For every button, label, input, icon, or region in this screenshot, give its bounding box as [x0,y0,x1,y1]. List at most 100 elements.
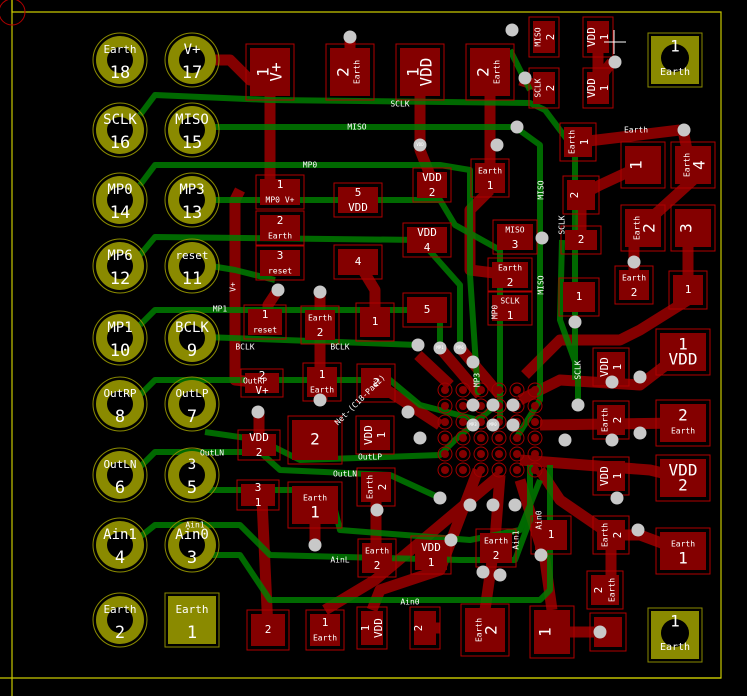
pad-label: MISO [505,226,524,235]
pad-label: 2 [578,233,585,246]
pad-label: 2 [568,192,581,199]
net-label-ain0: Ain0 [400,598,419,607]
via [534,548,548,562]
pad-name: Earth [660,67,690,78]
via [486,498,500,512]
pin-number: 1 [187,623,197,643]
pad-label: 1 [428,556,435,569]
via [605,375,619,389]
via [343,30,357,44]
pad-label: 2 [611,417,624,424]
pin-name: MISO [175,112,209,128]
via [506,418,520,432]
smd-pad: 1 MP0 V+ [255,174,305,210]
smd-pad: 2Earth [655,399,711,447]
pin-name: MP1 [107,320,132,336]
pad-label: 1 [598,85,611,92]
smd-pad: MISO 2 [528,16,560,58]
via [271,283,285,297]
via [493,568,507,582]
via [505,23,519,37]
via [677,123,691,137]
bga-ball [531,418,539,426]
via [313,393,327,407]
pad-label: 3 [277,249,284,262]
via-label: MP6 [456,345,464,350]
pad-label: Earth [493,60,502,84]
bga-ball [441,434,449,442]
bga-ball [477,466,485,474]
smd-pad: 2Earth [465,43,515,101]
mounting-pad: 1 Earth [647,32,703,88]
bga-ball [495,466,503,474]
pad-label: 1 [375,432,388,439]
pad-label: VDD [585,78,598,98]
pad-label: VDD [417,58,436,87]
pad-label: Earth [498,264,522,273]
via [593,625,607,639]
via-label: VDD [416,142,424,147]
bga-ball [441,466,449,474]
via [568,315,582,329]
via [413,431,427,445]
pin-number: 7 [187,407,197,427]
pad-label: 2 [334,67,353,77]
via [605,433,619,447]
smd-pad: 3 [670,204,716,252]
via [466,398,480,412]
pad-label: reset [268,267,292,276]
net-label-ain0: Ain0 [535,510,544,529]
pad-label: reset [253,326,277,335]
pin-number: 17 [182,63,202,83]
smd-pad: 2 [409,606,441,650]
pin-name: reset [175,249,208,262]
pin-name: SCLK [103,112,137,128]
smd-pad: Earth2 [592,515,630,555]
bga-ball [441,402,449,410]
pad-label: 2 [265,623,272,636]
pad-label: VDD [249,431,269,444]
pad-label: 1 [507,309,514,322]
pad-label: VDD [362,425,375,445]
pad-label: 2 [374,559,381,572]
via [633,426,647,440]
pin-number: 13 [182,203,202,223]
smd-pad: MISO 3 [492,219,538,255]
smd-pad: 4 [333,244,383,280]
via [490,138,504,152]
bga-ball [531,402,539,410]
front-trace [229,187,263,389]
smd-pad: SCLK 2 [528,67,560,109]
pad-label: 1 [685,283,692,296]
smd-pad: VDD1 [355,415,395,455]
bga-ball [513,434,521,442]
connector-pin-4: Ain1 4 [92,517,148,573]
pin-number: 8 [115,407,125,427]
pad-label: MISO [534,27,543,46]
pad-label: 5 [355,186,362,199]
net-label-sclk: SCLK [558,215,567,234]
via [444,533,458,547]
pin-name: Earth [103,603,136,616]
pad-label: 3 [677,223,696,233]
pin-number: 14 [110,203,130,223]
pad-label: 1 [611,364,624,371]
smd-pad: Earth 1 [470,158,510,198]
via [370,503,384,517]
pad-label: VDD [417,226,437,239]
pad-label: 1 [627,160,646,170]
pad-label: 5 [424,303,431,316]
net-label-v-: V+ [229,282,238,292]
bga-ball [477,450,485,458]
pad-label: Earth [608,578,617,602]
connector-pin-17: V+ 17 [164,32,220,88]
pin-number: 16 [110,133,130,153]
pad-label: 1 [322,616,329,629]
smd-pad: 1 [620,141,666,189]
connector-pin-18: Earth 18 [92,32,148,88]
pcb-canvas[interactable]: 1V+ 2 Earth 1VDD 2 EarthMISO 2SCLK 2VDD 1VDD 11MP… [0,0,747,696]
net-label-mp1: MP1 [213,305,228,314]
pad-label: 1 [598,34,611,41]
smd-pad: Earth2 [614,265,654,305]
smd-pad: VDD2 [655,454,711,502]
